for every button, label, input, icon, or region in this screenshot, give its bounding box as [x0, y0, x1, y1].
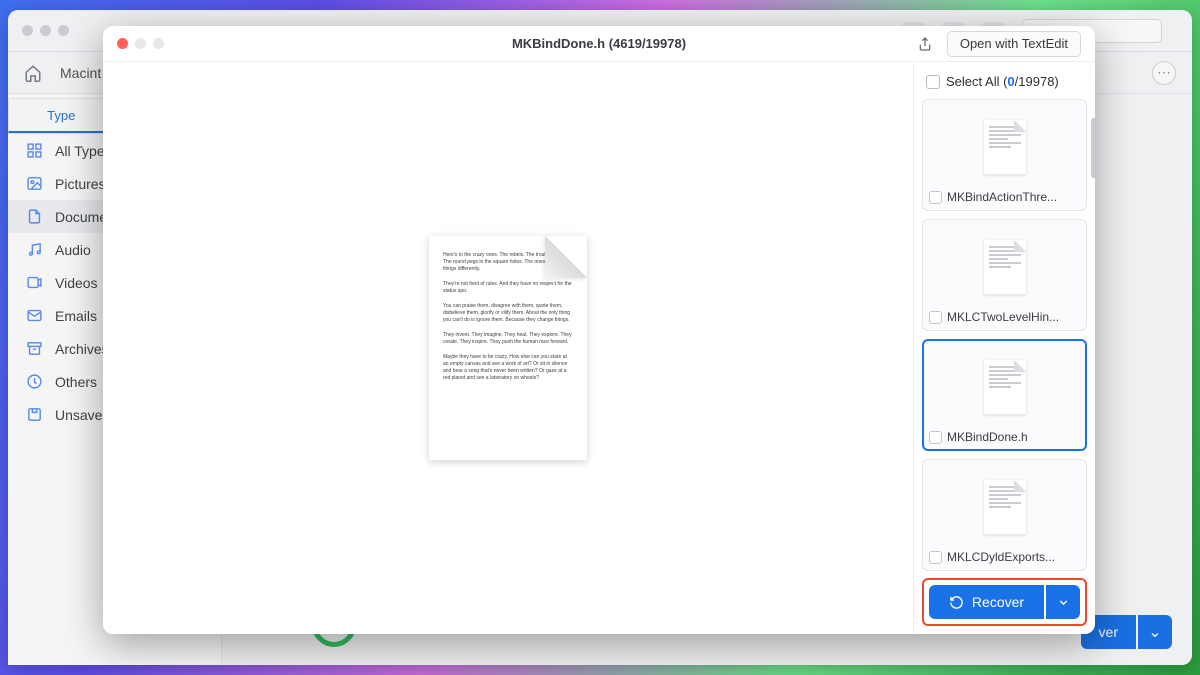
thumbnail-item[interactable]: MKLCDyldExports... — [922, 459, 1087, 571]
preview-pane: Here's to the crazy ones. The rebels. Th… — [103, 62, 913, 634]
refresh-icon — [949, 595, 964, 610]
thumbnail-label: MKBindDone.h — [947, 430, 1028, 444]
home-icon — [24, 64, 42, 82]
minimize-icon — [135, 38, 146, 49]
recover-button[interactable]: Recover — [929, 585, 1044, 619]
thumbnail-checkbox[interactable] — [929, 191, 942, 204]
document-preview: Here's to the crazy ones. The rebels. Th… — [429, 236, 587, 460]
tab-type: Type — [8, 98, 115, 133]
share-icon[interactable] — [917, 36, 933, 52]
thumbnail-rail: Select All (0/19978) MKBindActionThre...… — [913, 62, 1095, 634]
scrollbar-thumb[interactable] — [1091, 118, 1095, 178]
sheet-traffic-lights[interactable] — [117, 38, 164, 49]
thumbnail-label: MKBindActionThre... — [947, 190, 1057, 204]
thumbnail-checkbox[interactable] — [929, 311, 942, 324]
thumbnail-checkbox[interactable] — [929, 431, 942, 444]
bg-traffic-lights — [22, 25, 69, 36]
zoom-icon — [153, 38, 164, 49]
thumbnail-checkbox[interactable] — [929, 551, 942, 564]
page-fold-icon — [545, 236, 587, 278]
sheet-titlebar: MKBindDone.h (4619/19978) Open with Text… — [103, 26, 1095, 62]
chevron-down-icon: ⌄ — [1138, 615, 1172, 649]
thumbnail-preview — [929, 108, 1080, 186]
thumbnail-preview — [929, 348, 1080, 426]
close-icon[interactable] — [117, 38, 128, 49]
preview-sheet: MKBindDone.h (4619/19978) Open with Text… — [103, 26, 1095, 634]
thumbnail-preview — [929, 228, 1080, 306]
thumbnail-label: MKLCTwoLevelHin... — [947, 310, 1059, 324]
select-all-checkbox[interactable] — [926, 75, 940, 89]
thumbnail-item[interactable]: MKLCTwoLevelHin... — [922, 219, 1087, 331]
recover-highlight: Recover — [922, 578, 1087, 626]
chevron-down-icon — [1057, 596, 1070, 609]
thumbnail-item[interactable]: MKBindActionThre... — [922, 99, 1087, 211]
thumbnail-preview — [929, 468, 1080, 546]
thumbnail-label: MKLCDyldExports... — [947, 550, 1055, 564]
recover-dropdown[interactable] — [1046, 585, 1080, 619]
breadcrumb: Macint — [60, 65, 101, 81]
select-all-row[interactable]: Select All (0/19978) — [922, 70, 1087, 99]
more-options-icon: ⋯ — [1152, 61, 1176, 85]
thumbnail-item[interactable]: MKBindDone.h — [922, 339, 1087, 451]
open-with-button[interactable]: Open with TextEdit — [947, 31, 1081, 57]
